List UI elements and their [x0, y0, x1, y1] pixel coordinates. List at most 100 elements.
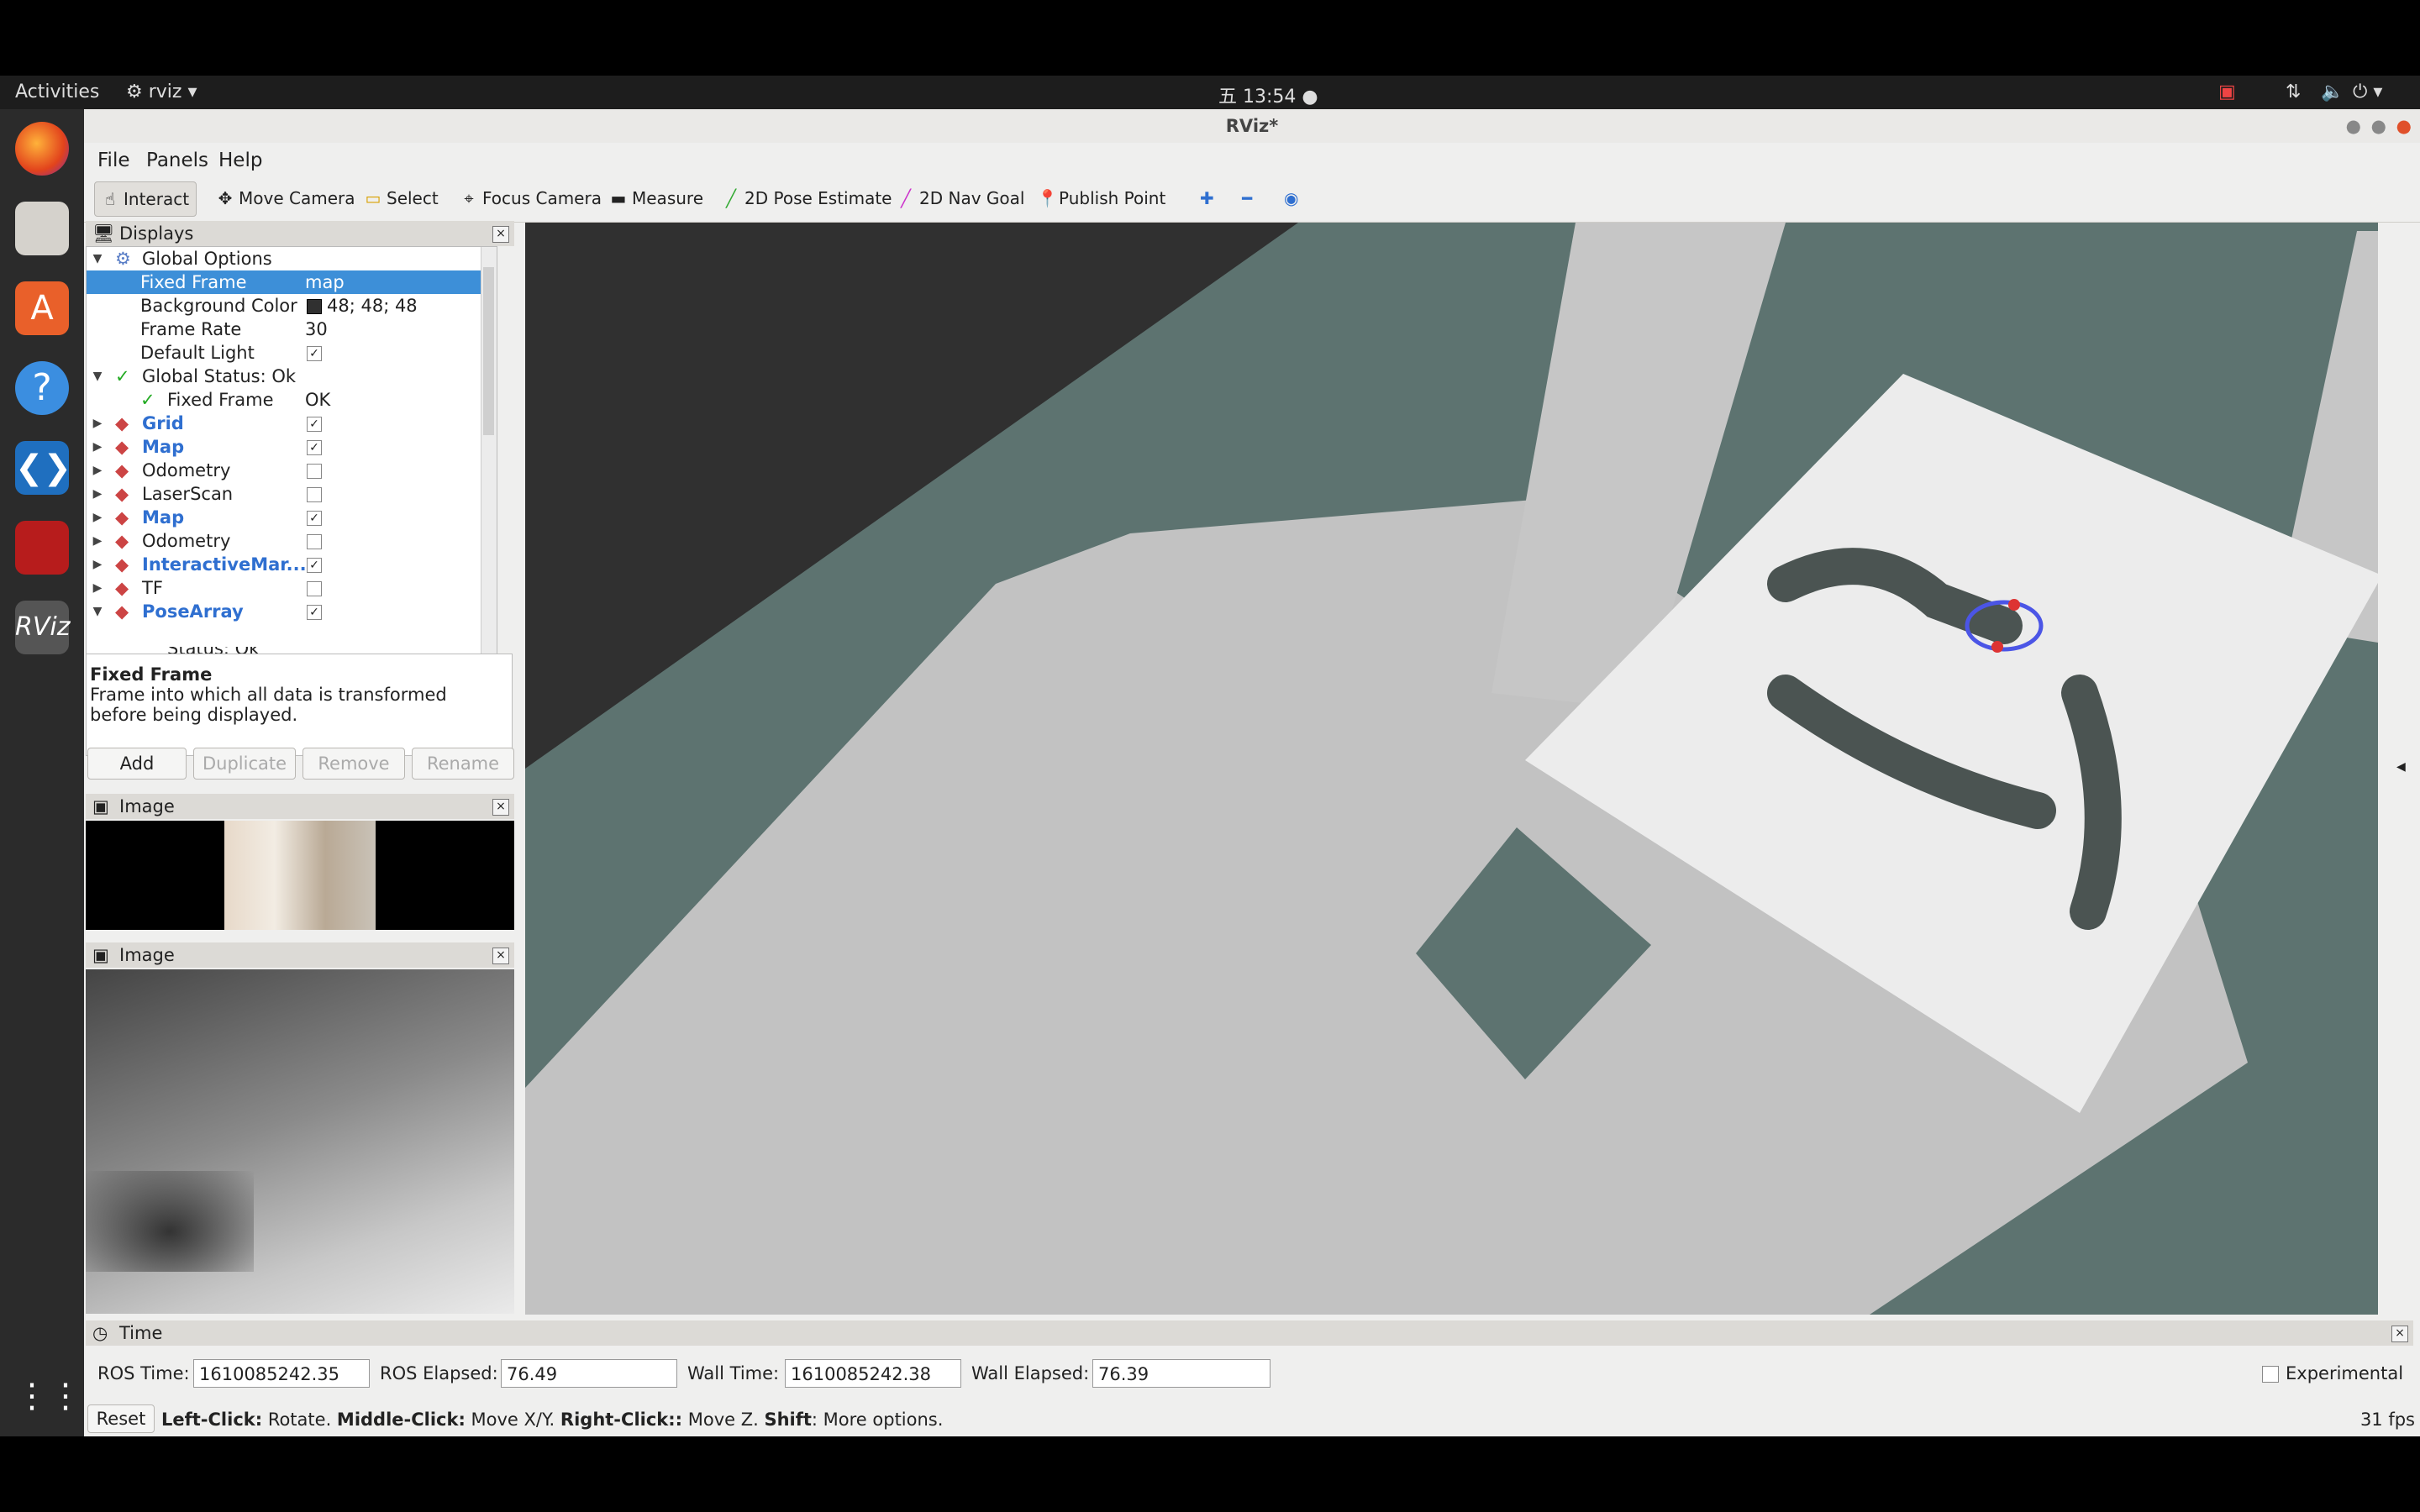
expand-arrow-icon[interactable]: ▶ — [92, 459, 103, 482]
fixed-frame-value[interactable]: map — [305, 270, 345, 294]
frame-rate-row[interactable]: Frame Rate 30 — [87, 318, 497, 341]
menu-file[interactable]: File — [97, 150, 130, 171]
default-light-checkbox[interactable]: ✓ — [307, 346, 322, 361]
remove-tool-button[interactable]: ━ — [1235, 181, 1259, 215]
display-enable-checkbox[interactable]: ✓ — [307, 605, 322, 620]
display-item-row[interactable]: ▶ ◆ Map ✓ — [87, 506, 497, 529]
experimental-checkbox[interactable] — [2262, 1366, 2279, 1383]
expand-arrow-icon[interactable]: ▶ — [92, 482, 103, 506]
display-item-row[interactable]: ▶ ◆ LaserScan — [87, 482, 497, 506]
display-enable-checkbox[interactable] — [307, 534, 322, 549]
maximize-icon[interactable]: ● — [2371, 109, 2386, 143]
focus-camera-tool[interactable]: ⌖ Focus Camera — [454, 181, 608, 215]
reset-button[interactable]: Reset — [87, 1404, 155, 1433]
minimize-icon[interactable]: ● — [2346, 109, 2361, 143]
clock[interactable]: 五 13:54 ● — [1218, 81, 1318, 108]
show-apps-icon[interactable]: ⋮⋮⋮ — [15, 1369, 116, 1423]
ros-time-field[interactable]: 1610085242.35 — [193, 1359, 370, 1388]
app-menu[interactable]: ⚙ rviz ▾ — [126, 81, 197, 102]
display-item-row[interactable]: ▶ ◆ InteractiveMar... ✓ — [87, 553, 497, 576]
display-enable-checkbox[interactable] — [307, 487, 322, 502]
remove-button[interactable]: Remove — [302, 748, 405, 780]
right-collapse-strip[interactable]: ◀ — [2378, 223, 2420, 1315]
display-enable-checkbox[interactable]: ✓ — [307, 511, 322, 526]
menu-panels[interactable]: Panels — [146, 150, 208, 171]
move-camera-tool[interactable]: ✥ Move Camera — [210, 181, 361, 215]
hand-icon: ☝ — [104, 189, 116, 209]
activities-button[interactable]: Activities — [15, 81, 99, 102]
terminal-app-icon[interactable] — [15, 521, 69, 575]
frame-rate-value[interactable]: 30 — [305, 318, 328, 341]
app-menu-label: rviz — [148, 81, 182, 102]
global-status-label: Global Status: Ok — [142, 366, 297, 386]
software-icon[interactable]: A — [15, 281, 69, 335]
select-tool[interactable]: ▭ Select — [358, 181, 445, 215]
background-color-row[interactable]: Background Color 48; 48; 48 — [87, 294, 497, 318]
close-image-2-button[interactable]: × — [492, 948, 509, 964]
expand-arrow-icon[interactable]: ▶ — [92, 553, 103, 576]
record-icon[interactable]: ▣ — [2218, 81, 2236, 102]
display-item-row[interactable]: ▼ ◆ PoseArray ✓ — [87, 600, 497, 623]
display-item-row[interactable]: ▶ ◆ Map ✓ — [87, 435, 497, 459]
background-color-label: Background Color — [140, 296, 297, 316]
display-item-row[interactable]: ▶ ◆ TF — [87, 576, 497, 600]
global-status-row[interactable]: ▼ ✓ Global Status: Ok — [87, 365, 497, 388]
scrollbar-thumb[interactable] — [483, 267, 494, 435]
files-icon[interactable] — [15, 202, 69, 255]
network-icon[interactable]: ⇅ — [2286, 81, 2301, 102]
close-time-panel-button[interactable]: × — [2391, 1326, 2408, 1342]
display-enable-checkbox[interactable] — [307, 581, 322, 596]
expanded-arrow-icon[interactable]: ▼ — [92, 247, 103, 270]
close-icon[interactable]: ● — [2396, 109, 2412, 143]
expand-arrow-icon[interactable]: ▶ — [92, 529, 103, 553]
display-item-row[interactable]: ▶ ◆ Odometry — [87, 529, 497, 553]
display-enable-checkbox[interactable]: ✓ — [307, 558, 322, 573]
collapse-arrow-icon[interactable]: ◀ — [2396, 760, 2406, 774]
display-item-row[interactable]: ▶ ◆ Odometry — [87, 459, 497, 482]
power-icon[interactable]: ⏻ ▾ — [2353, 81, 2382, 102]
vscode-icon[interactable]: ❮❯ — [15, 441, 71, 495]
expand-arrow-icon[interactable]: ▶ — [92, 506, 103, 529]
wall-time-field[interactable]: 1610085242.38 — [785, 1359, 961, 1388]
publish-point-tool[interactable]: 📍Publish Point — [1030, 181, 1172, 215]
fixed-frame-row[interactable]: Fixed Frame map — [87, 270, 497, 294]
default-light-row[interactable]: Default Light ✓ — [87, 341, 497, 365]
nav-goal-tool[interactable]: ╱ 2D Nav Goal — [891, 181, 1031, 215]
display-enable-checkbox[interactable]: ✓ — [307, 440, 322, 455]
global-options-row[interactable]: ▼ ⚙ Global Options — [87, 247, 497, 270]
system-top-bar: Activities ⚙ rviz ▾ 五 13:54 ● ▣ ⇅ 🔈 ⏻ ▾ — [0, 76, 2420, 109]
expand-arrow-icon[interactable]: ▼ — [92, 600, 103, 623]
status-fixed-frame-row[interactable]: ✓ Fixed Frame OK — [87, 388, 497, 412]
pose-estimate-tool[interactable]: ╱ 2D Pose Estimate — [716, 181, 899, 215]
duplicate-button[interactable]: Duplicate — [193, 748, 296, 780]
measure-tool[interactable]: ▬ Measure — [603, 181, 710, 215]
tree-scrollbar[interactable] — [481, 247, 497, 671]
volume-icon[interactable]: 🔈 — [2321, 81, 2344, 102]
background-color-value[interactable]: 48; 48; 48 — [327, 294, 418, 318]
display-enable-checkbox[interactable]: ✓ — [307, 417, 322, 432]
add-tool-button[interactable]: ✚ — [1193, 181, 1221, 215]
depth-image-dark-region — [86, 1171, 254, 1272]
ros-elapsed-field[interactable]: 76.49 — [501, 1359, 677, 1388]
wall-elapsed-field[interactable]: 76.39 — [1092, 1359, 1270, 1388]
add-button[interactable]: Add — [87, 748, 187, 780]
display-item-row[interactable]: ▶ ◆ Grid ✓ — [87, 412, 497, 435]
clock-label: 五 13:54 — [1218, 87, 1297, 108]
expand-arrow-icon[interactable]: ▶ — [92, 412, 103, 435]
help-icon[interactable]: ? — [15, 361, 69, 415]
experimental-label[interactable]: Experimental — [2286, 1359, 2403, 1388]
close-image-1-button[interactable]: × — [492, 799, 509, 816]
rename-button[interactable]: Rename — [412, 748, 514, 780]
expand-arrow-icon[interactable]: ▶ — [92, 435, 103, 459]
expanded-arrow-icon[interactable]: ▼ — [92, 365, 103, 388]
rviz-icon[interactable]: RViz — [15, 601, 70, 654]
pose-estimate-label: 2D Pose Estimate — [744, 188, 892, 208]
firefox-icon[interactable] — [15, 122, 69, 176]
interact-tool[interactable]: ☝ Interact — [94, 181, 197, 217]
3d-view[interactable] — [525, 223, 2378, 1315]
close-displays-button[interactable]: × — [492, 226, 509, 243]
expand-arrow-icon[interactable]: ▶ — [92, 576, 103, 600]
display-enable-checkbox[interactable] — [307, 464, 322, 479]
view-options-button[interactable]: ◉ — [1277, 181, 1305, 215]
menu-help[interactable]: Help — [218, 150, 262, 171]
